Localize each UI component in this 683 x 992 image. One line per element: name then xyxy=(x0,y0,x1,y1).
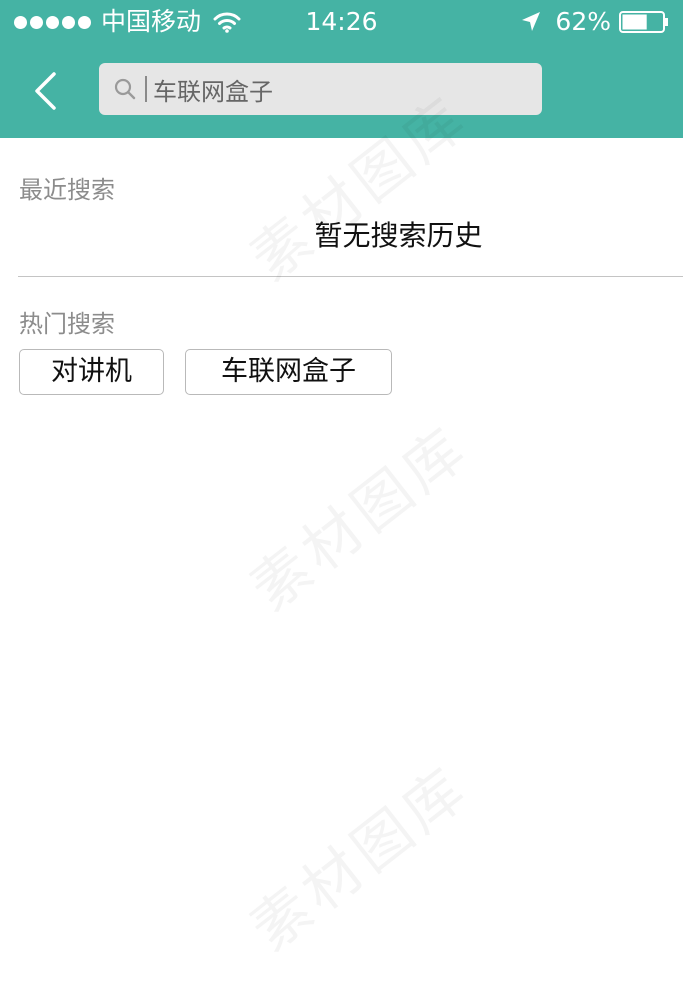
recent-search-title: 最近搜索 xyxy=(19,176,115,204)
chevron-left-icon xyxy=(35,72,56,110)
status-bar: 中国移动 14:26 62% xyxy=(0,0,683,44)
battery-icon xyxy=(619,11,668,33)
search-bar[interactable] xyxy=(99,63,542,115)
status-right: 62% xyxy=(521,6,669,38)
search-input[interactable] xyxy=(153,75,513,103)
watermark-text: 素材图库 xyxy=(230,402,483,626)
section-divider xyxy=(18,276,683,277)
watermark-text: 素材图库 xyxy=(230,742,483,966)
hot-search-title: 热门搜索 xyxy=(19,310,115,338)
empty-history-text: 暂无搜索历史 xyxy=(314,219,483,252)
hot-tag-button[interactable]: 对讲机 xyxy=(19,349,164,395)
back-button[interactable] xyxy=(20,62,70,120)
search-icon xyxy=(114,78,136,100)
location-arrow-icon xyxy=(522,12,541,31)
header-bar: 中国移动 14:26 62% xyxy=(0,0,683,138)
search-page: 中国移动 14:26 62% 车联网盒子 最近搜索 暂无搜索历史 热门搜索 对讲… xyxy=(0,0,683,992)
hot-tag-button[interactable]: 车联网盒子 xyxy=(185,349,392,395)
hot-search-tags: 对讲机 车联网盒子 xyxy=(19,349,392,395)
text-cursor xyxy=(145,76,147,102)
battery-percentage: 62% xyxy=(555,7,611,36)
